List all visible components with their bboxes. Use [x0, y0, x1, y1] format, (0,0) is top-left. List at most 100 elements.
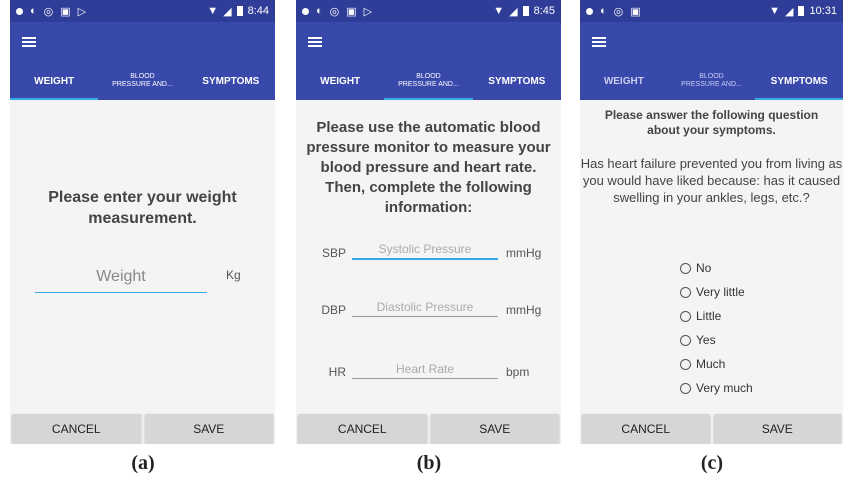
- radio-option-label: Little: [696, 309, 722, 323]
- radio-option-label: Yes: [696, 333, 716, 347]
- screen-weight: ◐ ◎ ▣ ▷ ▼ ◢ 8:44 WEIGHT BLOOD PRESSURE A…: [10, 0, 275, 444]
- wifi-icon: ▼: [207, 5, 219, 17]
- radio-option[interactable]: No: [680, 256, 753, 280]
- sbp-label: SBP: [321, 246, 346, 260]
- weight-unit: Kg: [226, 268, 241, 282]
- hr-unit: bpm: [506, 365, 530, 379]
- caption-a: (a): [131, 452, 155, 474]
- battery-icon: [522, 6, 529, 16]
- answer-options: No Very little Little Yes Much Very much: [680, 256, 753, 400]
- notification-icon: ◎: [613, 5, 624, 18]
- play-icon: ▷: [363, 5, 373, 18]
- notification-dot-icon: [302, 7, 309, 15]
- signal-icon: ◢: [223, 5, 232, 18]
- caption-c: (c): [700, 452, 724, 474]
- hr-input[interactable]: Heart Rate: [352, 362, 498, 379]
- weight-prompt: Please enter your weight measurement.: [48, 189, 237, 227]
- blood-pressure-prompt: Please use the automatic blood pressure …: [306, 119, 551, 216]
- wifi-icon: ▼: [769, 5, 780, 17]
- wifi-icon: ▼: [493, 5, 505, 17]
- radio-circle-icon: [680, 310, 691, 322]
- tab-symptoms[interactable]: SYMPTOMS: [755, 62, 843, 100]
- weight-content: Please enter your weight measurement. We…: [10, 100, 275, 408]
- hr-row: HR Heart Rate bpm: [296, 362, 561, 379]
- app-bar: [10, 22, 275, 62]
- radio-option-label: Very much: [696, 381, 753, 395]
- battery-icon: [798, 6, 805, 16]
- notification-icon: ◐: [600, 5, 607, 17]
- radio-circle-icon: [680, 262, 691, 274]
- dbp-input[interactable]: Diastolic Pressure: [352, 300, 498, 317]
- symptoms-question: Has heart failure prevented you from liv…: [580, 156, 843, 205]
- sbp-unit: mmHg: [506, 246, 542, 260]
- notification-icons: ◐ ◎ ▣ ▷: [302, 5, 372, 18]
- dbp-label: DBP: [321, 303, 346, 317]
- radio-circle-icon: [680, 358, 691, 370]
- tab-blood-pressure[interactable]: BLOOD PRESSURE AND...: [384, 62, 473, 100]
- battery-icon: [236, 6, 243, 16]
- tab-weight[interactable]: WEIGHT: [10, 62, 99, 100]
- radio-option[interactable]: Very little: [680, 280, 753, 304]
- tab-bar: WEIGHT BLOOD PRESSURE AND... SYMPTOMS: [296, 62, 561, 100]
- cancel-button[interactable]: CANCEL: [582, 414, 710, 444]
- menu-icon[interactable]: [308, 37, 322, 47]
- dbp-unit: mmHg: [506, 303, 542, 317]
- notification-icons: ◐ ◎ ▣: [586, 5, 641, 18]
- symptoms-intro: Please answer the following question abo…: [604, 108, 819, 137]
- notification-dot-icon: [586, 7, 593, 15]
- notification-icon: ◐: [316, 5, 323, 17]
- menu-icon[interactable]: [22, 37, 36, 47]
- radio-option[interactable]: Little: [680, 304, 753, 328]
- radio-option[interactable]: Yes: [680, 328, 753, 352]
- cancel-button[interactable]: CANCEL: [12, 414, 141, 444]
- clock: 10:31: [809, 5, 837, 17]
- tab-symptoms[interactable]: SYMPTOMS: [473, 62, 561, 100]
- app-bar: [296, 22, 561, 62]
- tab-symptoms[interactable]: SYMPTOMS: [187, 62, 275, 100]
- play-icon: ▷: [77, 5, 87, 18]
- weight-input[interactable]: Weight: [35, 268, 207, 293]
- dbp-row: DBP Diastolic Pressure mmHg: [296, 300, 561, 317]
- weight-placeholder: Weight: [96, 268, 146, 285]
- sbp-input[interactable]: Systolic Pressure: [352, 242, 498, 260]
- notification-icon: ◎: [329, 5, 340, 18]
- notification-icon: ▣: [346, 5, 357, 18]
- notification-icon: ▣: [60, 5, 71, 18]
- menu-icon[interactable]: [592, 37, 606, 47]
- app-bar: [580, 22, 843, 62]
- notification-dot-icon: [16, 7, 23, 15]
- tab-bar: WEIGHT BLOOD PRESSURE AND... SYMPTOMS: [580, 62, 843, 100]
- radio-option-label: Much: [696, 357, 726, 371]
- action-bar: CANCEL SAVE: [296, 414, 561, 444]
- status-bar: ◐ ◎ ▣ ▷ ▼ ◢ 8:45: [296, 0, 561, 22]
- radio-circle-icon: [680, 286, 691, 298]
- tab-weight[interactable]: WEIGHT: [296, 62, 384, 100]
- notification-icon: ◎: [43, 5, 54, 18]
- save-button[interactable]: SAVE: [144, 414, 273, 444]
- sbp-row: SBP Systolic Pressure mmHg: [296, 242, 561, 260]
- symptoms-content: Please answer the following question abo…: [580, 100, 843, 408]
- radio-circle-icon: [680, 382, 691, 394]
- radio-option[interactable]: Very much: [680, 376, 753, 400]
- action-bar: CANCEL SAVE: [580, 414, 843, 444]
- caption-b: (b): [416, 452, 442, 474]
- radio-circle-icon: [680, 334, 691, 346]
- radio-option[interactable]: Much: [680, 352, 753, 376]
- radio-option-label: No: [696, 261, 712, 275]
- cancel-button[interactable]: CANCEL: [298, 414, 427, 444]
- tab-blood-pressure[interactable]: BLOOD PRESSURE AND...: [668, 62, 756, 100]
- tab-bar: WEIGHT BLOOD PRESSURE AND... SYMPTOMS: [10, 62, 275, 100]
- radio-option-label: Very little: [696, 285, 745, 299]
- save-button[interactable]: SAVE: [430, 414, 559, 444]
- status-bar: ◐ ◎ ▣ ▼ ◢ 10:31: [580, 0, 843, 22]
- hr-label: HR: [328, 365, 346, 379]
- notification-icons: ◐ ◎ ▣ ▷: [16, 5, 86, 18]
- signal-icon: ◢: [509, 5, 518, 18]
- tab-blood-pressure[interactable]: BLOOD PRESSURE AND...: [98, 62, 186, 100]
- notification-icon: ◐: [30, 5, 37, 17]
- action-bar: CANCEL SAVE: [10, 414, 275, 444]
- blood-pressure-content: Please use the automatic blood pressure …: [296, 100, 561, 408]
- screen-blood-pressure: ◐ ◎ ▣ ▷ ▼ ◢ 8:45 WEIGHT BLOOD PRESSURE A…: [296, 0, 561, 444]
- tab-weight[interactable]: WEIGHT: [580, 62, 668, 100]
- save-button[interactable]: SAVE: [713, 414, 841, 444]
